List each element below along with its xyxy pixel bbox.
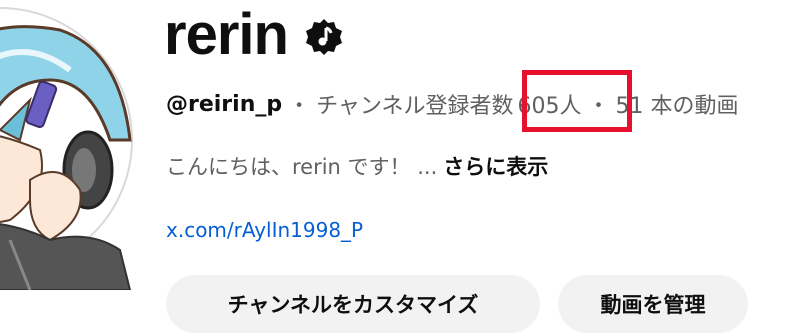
channel-title-row: rerin [164, 0, 344, 70]
channel-handle: @reirin_p [166, 91, 283, 117]
channel-header: rerin @reirin_p ・ チャンネル登録者数 605人 ・ 51 本の… [0, 0, 796, 333]
channel-meta: @reirin_p ・ チャンネル登録者数 605人 ・ 51 本の動画 [166, 88, 739, 120]
subscriber-count-highlight [522, 70, 632, 132]
separator: ・ [288, 94, 311, 119]
video-count: 51 本の動画 [615, 94, 739, 119]
description-text: こんにちは、rerin です！ ... [166, 155, 438, 179]
channel-name: rerin [164, 2, 289, 67]
subscribers-label: チャンネル登録者数 [316, 94, 514, 119]
show-more-link[interactable]: さらに表示 [443, 155, 548, 179]
manage-videos-button[interactable]: 動画を管理 [558, 275, 748, 333]
channel-avatar[interactable] [0, 0, 134, 290]
channel-external-link[interactable]: x.com/rAylIn1998_P [166, 218, 363, 242]
customize-channel-button[interactable]: チャンネルをカスタマイズ [166, 275, 540, 333]
channel-description[interactable]: こんにちは、rerin です！ ... さらに表示 [166, 151, 548, 181]
music-note-badge-icon [304, 17, 344, 57]
